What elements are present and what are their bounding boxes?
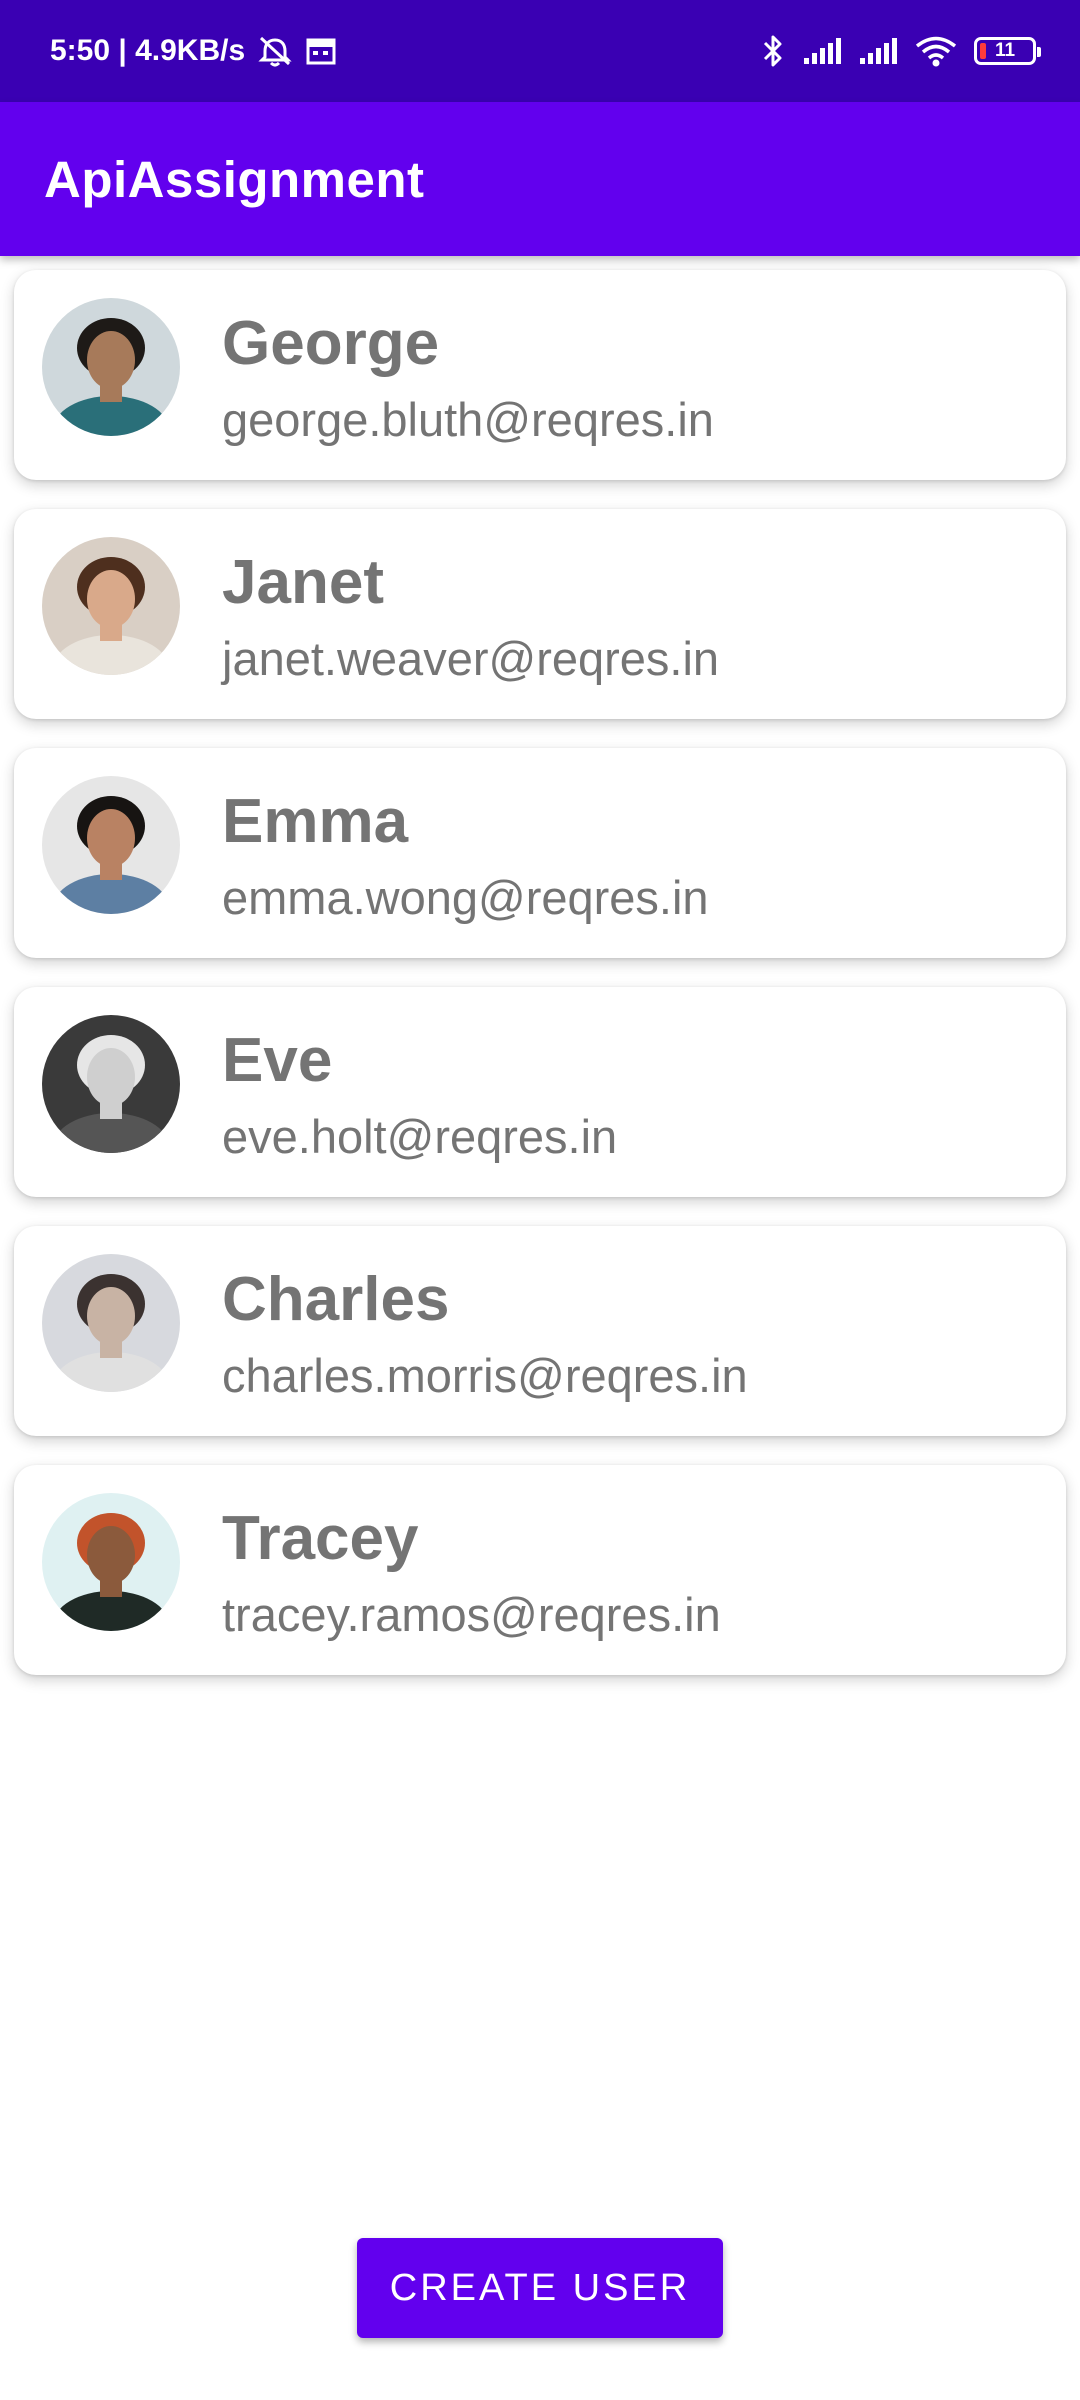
app-title: ApiAssignment <box>44 150 425 208</box>
user-name: Janet <box>222 548 384 617</box>
create-user-button[interactable]: CREATE USER <box>357 2238 723 2338</box>
user-email: eve.holt@reqres.in <box>222 1110 618 1163</box>
user-name: George <box>222 309 440 378</box>
user-email: emma.wong@reqres.in <box>222 871 709 924</box>
avatar <box>42 1254 180 1392</box>
status-right: 11 <box>760 33 1041 69</box>
user-name: Eve <box>222 1026 333 1095</box>
avatar <box>42 776 180 914</box>
user-email: janet.weaver@reqres.in <box>222 632 720 685</box>
user-list: George george.bluth@reqres.in Janet janet.w… <box>14 270 1066 1704</box>
signal-icon <box>802 36 842 66</box>
user-card[interactable]: George george.bluth@reqres.in <box>14 270 1066 480</box>
user-card[interactable]: Tracey tracey.ramos@reqres.in <box>14 1465 1066 1675</box>
user-card[interactable]: Janet janet.weaver@reqres.in <box>14 509 1066 719</box>
battery-level: 11 <box>994 40 1016 61</box>
battery-icon: 11 <box>974 37 1041 65</box>
user-email: tracey.ramos@reqres.in <box>222 1588 721 1641</box>
app-bar: ApiAssignment <box>0 102 1080 256</box>
user-email: charles.morris@reqres.in <box>222 1349 748 1402</box>
user-card[interactable]: Emma emma.wong@reqres.in <box>14 748 1066 958</box>
calendar-icon <box>305 36 337 66</box>
status-bar: 5:50 | 4.9KB/s 11 <box>0 0 1080 102</box>
user-name: Emma <box>222 787 409 856</box>
user-card[interactable]: Charles charles.morris@reqres.in <box>14 1226 1066 1436</box>
signal-icon <box>858 36 898 66</box>
user-card[interactable]: Eve eve.holt@reqres.in <box>14 987 1066 1197</box>
avatar <box>42 1493 180 1631</box>
user-email: george.bluth@reqres.in <box>222 393 714 446</box>
bluetooth-icon <box>760 33 786 69</box>
user-name: Tracey <box>222 1504 419 1573</box>
status-left: 5:50 | 4.9KB/s <box>50 34 337 68</box>
status-time-speed: 5:50 | 4.9KB/s <box>50 34 246 67</box>
avatar <box>42 1015 180 1153</box>
wifi-icon <box>914 35 958 67</box>
muted-alarm-icon <box>257 34 293 68</box>
avatar <box>42 298 180 436</box>
avatar <box>42 537 180 675</box>
user-name: Charles <box>222 1265 450 1334</box>
